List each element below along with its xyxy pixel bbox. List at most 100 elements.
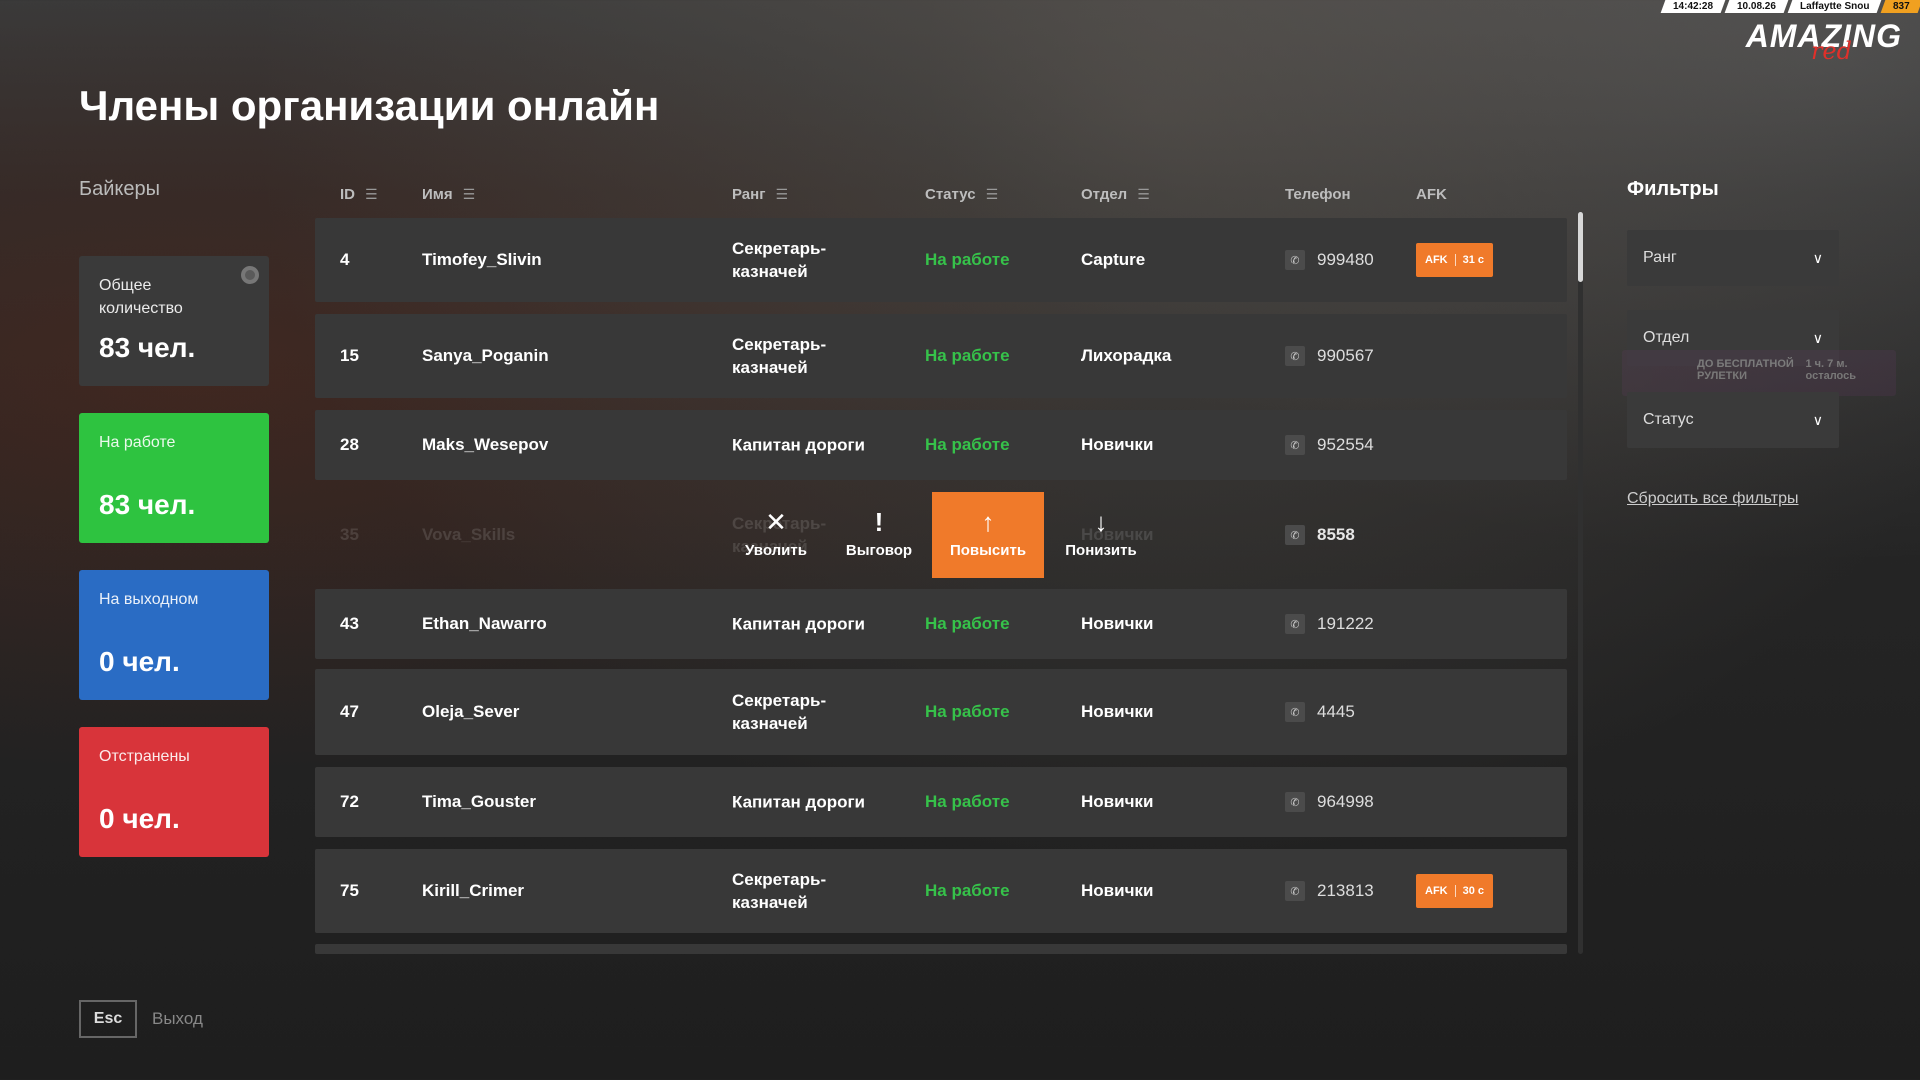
row-phone-number: 990567 <box>1317 346 1374 365</box>
column-dept[interactable]: Отдел ☰ <box>1081 186 1150 203</box>
row-name: Kirill_Crimer <box>422 881 525 900</box>
table-row[interactable]: 43 Ethan_Nawarro Капитан дороги На работ… <box>315 589 1567 659</box>
stat-working-label: На работе <box>99 434 176 451</box>
row-dept: Новички <box>1081 435 1154 454</box>
table-row[interactable]: 4 Timofey_Slivin Секретарь- казначей На … <box>315 218 1567 302</box>
row-id: 43 <box>340 614 359 633</box>
afk-label: AFK <box>1425 254 1448 266</box>
afk-label: AFK <box>1425 885 1448 897</box>
table-row[interactable]: 72 Tima_Gouster Капитан дороги На работе… <box>315 767 1567 837</box>
row-id: 35 <box>340 525 359 544</box>
row-status: На работе <box>925 702 1010 721</box>
table-row[interactable]: 15 Sanya_Poganin Секретарь- казначей На … <box>315 314 1567 398</box>
fire-label: Уволить <box>745 542 807 559</box>
row-rank: Секретарь- казначей <box>732 691 827 733</box>
promote-button[interactable]: ↑ Повысить <box>932 492 1044 578</box>
column-id-label: ID <box>340 186 355 203</box>
promo-left: осталось <box>1805 370 1857 382</box>
row-phone[interactable]: ✆ 8558 <box>1285 525 1355 545</box>
stat-suspended-value: 0 чел. <box>99 803 180 834</box>
afk-time: 31 с <box>1462 254 1485 266</box>
column-name[interactable]: Имя ☰ <box>422 186 475 203</box>
column-phone-label: Телефон <box>1285 186 1351 203</box>
stat-off-card[interactable]: На выходном 0 чел. <box>79 570 269 700</box>
afk-badge: AFK 31 с <box>1416 243 1494 277</box>
table-row-partial <box>315 944 1567 954</box>
filter-rank-select[interactable]: Ранг ∨ <box>1627 230 1839 286</box>
sort-icon[interactable]: ☰ <box>365 186 378 203</box>
column-status[interactable]: Статус ☰ <box>925 186 998 203</box>
arrow-up-icon: ↑ <box>981 507 995 537</box>
row-id: 72 <box>340 792 359 811</box>
stat-suspended-label: Отстранены <box>99 748 190 765</box>
reprimand-button[interactable]: ! Выговор <box>823 492 935 578</box>
table-row[interactable]: 28 Maks_Wesepov Капитан дороги На работе… <box>315 410 1567 480</box>
exclamation-icon: ! <box>874 507 884 537</box>
close-icon: ✕ <box>765 507 787 537</box>
promote-label: Повысить <box>949 542 1027 559</box>
stat-total-value: 83 чел. <box>99 332 196 363</box>
table-row[interactable]: 75 Kirill_Crimer Секретарь- казначей На … <box>315 849 1567 933</box>
row-phone-number: 964998 <box>1317 792 1374 811</box>
hud-bar: 14:42:28 10.08.26 Laffaytte Snou 837 <box>1660 0 1920 13</box>
filter-dept-label: Отдел <box>1643 329 1690 346</box>
row-phone[interactable]: ✆ 999480 <box>1285 250 1374 270</box>
exit-label[interactable]: Выход <box>152 1009 203 1029</box>
stat-off-value: 0 чел. <box>99 646 180 677</box>
filter-status-select[interactable]: Статус ∨ <box>1627 392 1839 448</box>
row-phone[interactable]: ✆ 213813 <box>1285 881 1374 901</box>
row-status: На работе <box>925 435 1010 454</box>
chevron-down-icon: ∨ <box>1812 329 1823 346</box>
hud-time: 14:42:28 <box>1660 0 1726 13</box>
column-rank[interactable]: Ранг ☰ <box>732 186 788 203</box>
reset-filters-link[interactable]: Сбросить все фильтры <box>1627 490 1798 508</box>
row-name: Timofey_Slivin <box>422 250 542 269</box>
row-id: 75 <box>340 881 359 900</box>
row-phone[interactable]: ✆ 952554 <box>1285 435 1374 455</box>
filter-status-label: Статус <box>1643 411 1694 428</box>
phone-icon: ✆ <box>1285 702 1305 722</box>
esc-key-button[interactable]: Esc <box>79 1000 137 1038</box>
row-status: На работе <box>925 614 1010 633</box>
fire-button[interactable]: ✕ Уволить <box>720 492 832 578</box>
row-phone-number: 213813 <box>1317 881 1374 900</box>
table-scrollbar[interactable] <box>1578 212 1583 954</box>
menu-icon[interactable]: ☰ <box>986 186 999 203</box>
promo-text: ДО БЕСПЛАТНОЙ <box>1697 358 1794 370</box>
phone-icon: ✆ <box>1285 881 1305 901</box>
promo-text-2: РУЛЕТКИ <box>1697 370 1748 382</box>
stat-off-label: На выходном <box>99 591 199 608</box>
menu-icon[interactable]: ☰ <box>775 186 788 203</box>
row-dept: Новички <box>1081 614 1154 633</box>
row-dept: Новички <box>1081 792 1154 811</box>
column-afk: AFK <box>1416 186 1447 203</box>
phone-icon: ✆ <box>1285 346 1305 366</box>
scrollbar-thumb[interactable] <box>1578 212 1583 282</box>
menu-icon[interactable]: ☰ <box>1137 186 1150 203</box>
column-id[interactable]: ID ☰ <box>340 186 378 203</box>
column-rank-label: Ранг <box>732 186 766 203</box>
page-title: Члены организации онлайн <box>79 82 660 129</box>
table-row[interactable]: 47 Oleja_Sever Секретарь- казначей На ра… <box>315 669 1567 755</box>
stat-working-card[interactable]: На работе 83 чел. <box>79 413 269 543</box>
afk-badge: AFK 30 с <box>1416 874 1494 908</box>
game-logo: AMAZING red <box>1746 18 1902 65</box>
row-phone[interactable]: ✆ 191222 <box>1285 614 1374 634</box>
stat-suspended-card[interactable]: Отстранены 0 чел. <box>79 727 269 857</box>
afk-time: 30 с <box>1462 885 1485 897</box>
row-name: Tima_Gouster <box>422 792 537 811</box>
hud-location: Laffaytte Snou <box>1787 0 1882 13</box>
row-phone[interactable]: ✆ 4445 <box>1285 702 1355 722</box>
row-phone[interactable]: ✆ 964998 <box>1285 792 1374 812</box>
chevron-down-icon: ∨ <box>1812 249 1823 266</box>
row-status: На работе <box>925 792 1010 811</box>
row-id: 15 <box>340 346 359 365</box>
status-dot-icon <box>241 266 259 284</box>
row-phone-number: 8558 <box>1317 525 1355 544</box>
row-phone[interactable]: ✆ 990567 <box>1285 346 1374 366</box>
row-name: Oleja_Sever <box>422 702 520 721</box>
row-rank: Секретарь- казначей <box>732 239 827 281</box>
menu-icon[interactable]: ☰ <box>463 186 476 203</box>
row-phone-number: 191222 <box>1317 614 1374 633</box>
demote-button[interactable]: ↓ Понизить <box>1045 492 1157 578</box>
